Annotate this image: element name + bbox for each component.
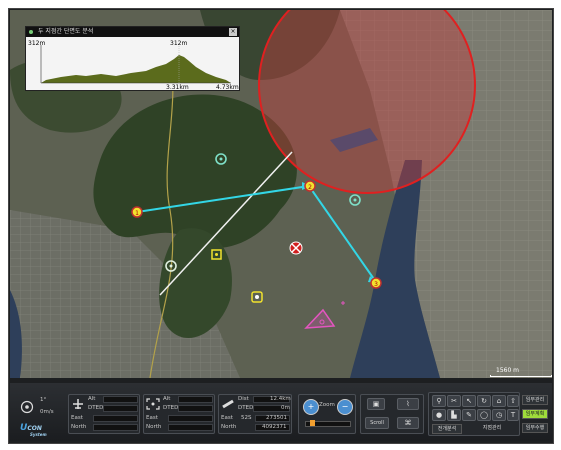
tool-icon-3[interactable]: ↖ (462, 395, 476, 407)
aircraft-icon[interactable] (289, 241, 303, 255)
box3-east-zone: 52S (241, 415, 252, 421)
profile-max-left: 312m (28, 40, 46, 47)
box3-dted-label: DTED (238, 405, 254, 411)
profile-titlebar: 두 지점간 단면도 분석 × (26, 27, 239, 37)
icon-toolbar: ⚲ ✂ ↖ ↻ ⌂ ⇧ ● ▙ ✎ ◯ ◷ T 전개분석 지점관리 (428, 392, 520, 436)
elevation-profile-panel: 두 지점간 단면도 분석 × 312m 312m 3.31km 4.73km (25, 26, 240, 91)
svg-text:1: 1 (135, 210, 139, 217)
mission-plan-button[interactable]: 임무계획 (522, 409, 548, 419)
control-panel: 1° 0m/s UCON System Alt DTED East North … (10, 383, 552, 441)
zoom-slider-handle[interactable] (310, 420, 315, 426)
svg-text:2: 2 (308, 184, 312, 191)
terrain-profile (41, 55, 231, 83)
scroll-tool-button[interactable]: Scroll (365, 417, 389, 429)
box2-east-label: East (146, 415, 158, 421)
profile-title: 두 지점간 단면도 분석 (38, 28, 94, 35)
box3-dist-label: Dist (238, 396, 249, 402)
box2-alt-label: Alt (163, 396, 171, 402)
waypoint-1[interactable]: 1 (131, 206, 143, 218)
scale-line (490, 375, 552, 377)
ruler-icon (222, 399, 234, 409)
box2-east-field (168, 415, 213, 422)
tool-icon-2[interactable]: ✂ (447, 395, 461, 407)
tool-icon-8[interactable]: ▙ (447, 409, 461, 421)
box2-north-field (168, 424, 213, 431)
mission-management-button[interactable]: 임무관리 (522, 395, 548, 405)
target-frame-icon (146, 398, 160, 410)
zoom-label: Zoom (319, 402, 335, 408)
box2-alt-field (178, 396, 213, 403)
box3-dted-value: 0m (281, 405, 290, 411)
measure-tool-button[interactable]: ⌘ (397, 417, 419, 429)
point-management-label[interactable]: 지점관리 (465, 424, 519, 434)
tool-icon-5[interactable]: ⌂ (492, 395, 506, 407)
box1-north-label: North (71, 424, 87, 430)
text-tool-icon[interactable]: T (507, 409, 519, 421)
zoom-out-button[interactable]: − (337, 399, 353, 415)
zoom-in-button[interactable]: + (303, 399, 319, 415)
box1-alt-label: Alt (88, 396, 96, 402)
close-icon[interactable]: × (229, 28, 237, 36)
profile-status-icon (29, 30, 33, 34)
box1-east-label: East (71, 415, 83, 421)
svg-text:3: 3 (374, 281, 378, 288)
tool-icon-10[interactable]: ◯ (477, 409, 491, 421)
tool-icon-7[interactable]: ● (432, 409, 446, 421)
waypoint-2[interactable]: 2 (304, 180, 316, 192)
box1-dted-label: DTED (88, 405, 104, 411)
profile-peak-label: 312m (170, 40, 188, 47)
wind-speed: 0m/s (40, 409, 54, 415)
box3-dist-value: 12.4km (270, 396, 291, 402)
analysis-button[interactable]: 전개분석 (432, 424, 462, 434)
waypoint-3[interactable]: 3 (370, 277, 382, 289)
box1-east-field (93, 415, 138, 422)
position-box-cursor: Dist 12.4km DTED 0m East 52S 273501 Nort… (218, 394, 292, 434)
profile-total-distance: 4.73km (216, 84, 239, 91)
chart-tool-button[interactable]: ⌇ (397, 398, 419, 410)
box3-north-label: North (221, 424, 237, 430)
box1-alt-field (103, 396, 138, 403)
box2-dted-field (178, 405, 213, 412)
box3-north-value: 4092371 (262, 424, 287, 430)
tool-box: ▣ ⌇ Scroll ⌘ (360, 394, 424, 434)
position-box-target: Alt DTED East North (143, 394, 215, 434)
ucon-logo: UCON System (20, 423, 47, 437)
box3-east-label: East (221, 415, 233, 421)
tool-icon-4[interactable]: ↻ (477, 395, 491, 407)
profile-graph (40, 45, 231, 84)
tool-icon-11[interactable]: ◷ (492, 409, 506, 421)
compass-icon (20, 400, 34, 414)
airplane-icon (73, 399, 83, 409)
tool-icon-6[interactable]: ⇧ (507, 395, 519, 407)
scale-bar: 1560 m (490, 365, 552, 377)
mission-execute-button[interactable]: 임무수행 (522, 423, 548, 433)
tool-icon-9[interactable]: ✎ (462, 409, 476, 421)
zoom-slider[interactable] (305, 420, 351, 427)
wind-direction: 1° (40, 397, 47, 403)
position-box-uav: Alt DTED East North (68, 394, 140, 434)
box1-dted-field (103, 405, 138, 412)
select-tool-button[interactable]: ▣ (367, 398, 385, 410)
box3-east-value: 273501 (266, 415, 287, 421)
box2-north-label: North (146, 424, 162, 430)
box1-north-field (93, 424, 138, 431)
map-view[interactable]: 1 2 3 두 지점간 단면도 분석 × 312m 312m 3.31km 4.… (10, 10, 552, 378)
tool-icon-1[interactable]: ⚲ (432, 395, 446, 407)
scale-label: 1560 m (496, 367, 520, 374)
box2-dted-label: DTED (163, 405, 179, 411)
zoom-box: + Zoom − (298, 394, 356, 434)
profile-mid-distance: 3.31km (166, 84, 189, 91)
